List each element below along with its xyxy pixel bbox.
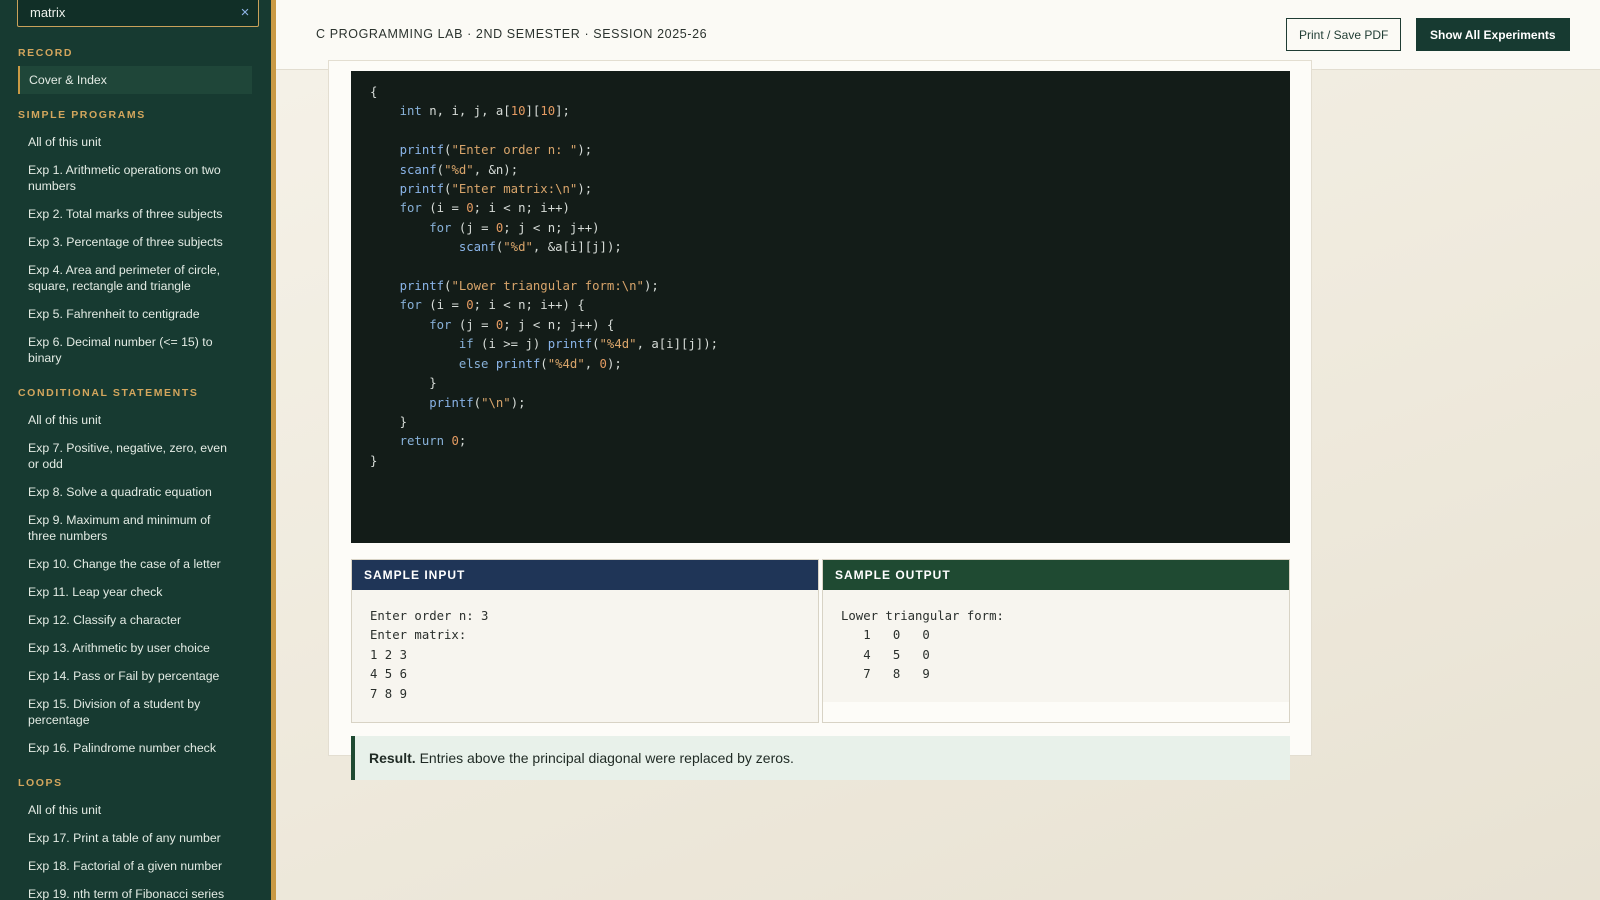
sample-input-panel: SAMPLE INPUT Enter order n: 3 Enter matr…	[351, 559, 819, 723]
sidebar-item[interactable]: Exp 16. Palindrome number check	[18, 734, 252, 762]
sidebar-item[interactable]: Exp 7. Positive, negative, zero, even or…	[18, 434, 252, 478]
sidebar: × RECORD Cover & Index SIMPLE PROGRAMS All …	[0, 0, 276, 900]
sidebar-section-title: RECORD	[18, 47, 74, 59]
sidebar-item[interactable]: Exp 14. Pass or Fail by percentage	[18, 662, 252, 690]
sidebar-item[interactable]: Exp 17. Print a table of any number	[18, 824, 252, 852]
sidebar-item[interactable]: Cover & Index	[18, 66, 252, 94]
result-note: Result. Entries above the principal diag…	[351, 736, 1290, 780]
show-all-experiments-button[interactable]: Show All Experiments	[1416, 18, 1570, 51]
sidebar-item[interactable]: Exp 18. Factorial of a given number	[18, 852, 252, 880]
sidebar-item[interactable]: All of this unit	[18, 796, 252, 824]
sidebar-item[interactable]: Exp 3. Percentage of three subjects	[18, 228, 252, 256]
result-text: Entries above the principal diagonal wer…	[419, 750, 794, 766]
source-code: { int n, i, j, a[10][10]; printf("Enter …	[370, 85, 718, 468]
print-save-pdf-button[interactable]: Print / Save PDF	[1286, 18, 1402, 51]
code-block: { int n, i, j, a[10][10]; printf("Enter …	[351, 71, 1290, 543]
sidebar-item[interactable]: Exp 2. Total marks of three subjects	[18, 200, 252, 228]
sample-output-text: Lower triangular form: 1 0 0 4 5 0 7 8 9	[841, 609, 1004, 682]
sample-input-body: Enter order n: 3 Enter matrix: 1 2 3 4 5…	[352, 590, 818, 704]
result-label: Result.	[369, 750, 416, 766]
sample-output-body: Lower triangular form: 1 0 0 4 5 0 7 8 9	[823, 590, 1289, 702]
breadcrumb: C PROGRAMMING LAB · 2ND SEMESTER · SESSI…	[316, 27, 708, 41]
sidebar-item[interactable]: Exp 6. Decimal number (<= 15) to binary	[18, 328, 252, 372]
sidebar-item[interactable]: Exp 15. Division of a student by percent…	[18, 690, 252, 734]
sidebar-item[interactable]: Exp 4. Area and perimeter of circle, squ…	[18, 256, 252, 300]
sidebar-item[interactable]: Exp 5. Fahrenheit to centigrade	[18, 300, 252, 328]
sidebar-section-title: SIMPLE PROGRAMS	[18, 109, 146, 121]
sidebar-item[interactable]: All of this unit	[18, 406, 252, 434]
clear-search-icon[interactable]: ×	[232, 0, 258, 21]
sample-input-text: Enter order n: 3 Enter matrix: 1 2 3 4 5…	[370, 609, 489, 701]
sidebar-item[interactable]: Exp 11. Leap year check	[18, 578, 252, 606]
experiment-card: { int n, i, j, a[10][10]; printf("Enter …	[328, 60, 1312, 780]
sidebar-nav: RECORD Cover & Index SIMPLE PROGRAMS All of…	[0, 40, 271, 900]
sample-output-footer	[823, 702, 1289, 722]
sidebar-section-title: LOOPS	[18, 777, 63, 789]
sample-output-panel: SAMPLE OUTPUT Lower triangular form: 1 0…	[822, 559, 1290, 723]
sidebar-section-title: CONDITIONAL STATEMENTS	[18, 387, 199, 399]
sidebar-item[interactable]: Exp 8. Solve a quadratic equation	[18, 478, 252, 506]
sidebar-item[interactable]: All of this unit	[18, 128, 252, 156]
sidebar-item[interactable]: Exp 19. nth term of Fibonacci series	[18, 880, 252, 900]
sidebar-item[interactable]: Exp 1. Arithmetic operations on two numb…	[18, 156, 252, 200]
sample-input-title: SAMPLE INPUT	[352, 560, 818, 590]
sample-output-title: SAMPLE OUTPUT	[823, 560, 1289, 590]
sidebar-item[interactable]: Exp 13. Arithmetic by user choice	[18, 634, 252, 662]
search-box: ×	[17, 0, 259, 27]
search-input[interactable]	[18, 0, 232, 26]
sidebar-item[interactable]: Exp 12. Classify a character	[18, 606, 252, 634]
sidebar-item[interactable]: Exp 10. Change the case of a letter	[18, 550, 252, 578]
sidebar-item[interactable]: Exp 9. Maximum and minimum of three numb…	[18, 506, 252, 550]
